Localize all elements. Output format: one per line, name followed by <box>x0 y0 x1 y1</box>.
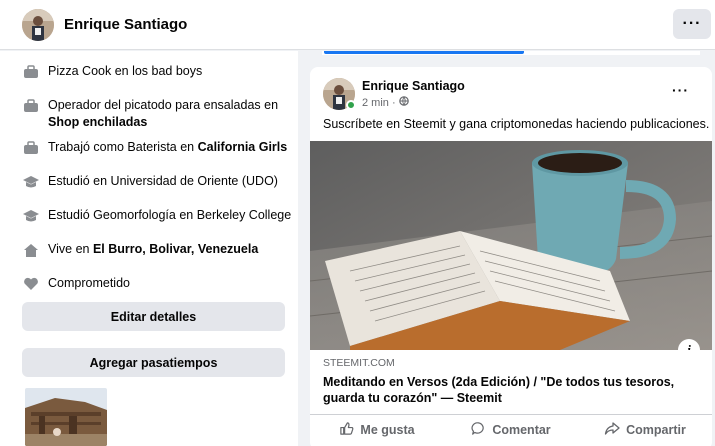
link-preview[interactable]: STEEMIT.COM Meditando en Versos (2da Edi… <box>310 350 712 410</box>
detail-work-3: Trabajó como Baterista en California Gir… <box>22 139 292 173</box>
home-icon <box>22 242 40 258</box>
post-actions-bar: Me gusta Comentar Compartir <box>310 414 712 444</box>
link-domain: STEEMIT.COM <box>323 357 395 369</box>
detail-lives-in: Vive en El Burro, Bolivar, Venezuela <box>22 241 292 275</box>
header-more-button[interactable]: ··· <box>673 9 711 39</box>
comment-button[interactable]: Comentar <box>444 415 578 444</box>
post-more-button[interactable]: ··· <box>672 82 689 98</box>
briefcase-icon <box>22 98 40 114</box>
briefcase-icon <box>22 64 40 80</box>
feed-column: Enrique Santiago 2 min · ··· Suscríbete … <box>310 51 712 446</box>
share-label: Compartir <box>626 422 686 437</box>
workplace-link[interactable]: California Girls <box>198 140 288 154</box>
workplace-link[interactable]: Shop enchiladas <box>48 115 147 129</box>
post-time-text: 2 min · <box>362 96 396 109</box>
add-hobbies-button[interactable]: Agregar pasatiempos <box>22 348 285 377</box>
post-author-name[interactable]: Enrique Santiago <box>362 79 465 93</box>
profile-header-bar: Enrique Santiago ··· <box>0 0 715 50</box>
location-link[interactable]: El Burro, Bolivar, Venezuela <box>93 242 258 256</box>
globe-icon <box>398 96 409 109</box>
detail-text: Comprometido <box>48 276 130 290</box>
heart-icon <box>22 276 40 292</box>
detail-work-2: Operador del picatodo para ensaladas en … <box>22 97 292 139</box>
like-button[interactable]: Me gusta <box>310 415 444 444</box>
post-text: Suscríbete en Steemit y gana criptomoned… <box>323 117 710 131</box>
thumbs-up-icon <box>339 421 354 439</box>
post-timestamp[interactable]: 2 min · <box>362 96 409 109</box>
detail-education-2: Estudió Geomorfología en Berkeley Colleg… <box>22 207 292 241</box>
profile-tabs <box>322 51 700 55</box>
coffee-bible-photo <box>310 141 712 350</box>
detail-text: Pizza Cook en los bad boys <box>48 64 203 78</box>
link-title: Meditando en Versos (2da Edición) / "De … <box>323 375 675 405</box>
detail-text: Estudió Geomorfología en Berkeley Colleg… <box>48 208 292 222</box>
avatar-photo <box>22 9 54 41</box>
active-tab-indicator <box>324 51 524 54</box>
featured-photo[interactable] <box>25 388 107 446</box>
like-label: Me gusta <box>360 422 415 437</box>
profile-avatar[interactable] <box>22 9 54 41</box>
detail-text: Trabajó como Baterista en California Gir… <box>48 140 288 154</box>
detail-work-1: Pizza Cook en los bad boys <box>22 63 292 97</box>
profile-name[interactable]: Enrique Santiago <box>64 16 187 33</box>
feed-post: Enrique Santiago 2 min · ··· Suscríbete … <box>310 67 712 446</box>
detail-text: Operador del picatodo para ensaladas en … <box>48 98 279 129</box>
comment-icon <box>471 421 486 439</box>
intro-details-list: Pizza Cook en los bad boys Operador del … <box>22 63 292 297</box>
detail-text: Vive en El Burro, Bolivar, Venezuela <box>48 242 259 256</box>
briefcase-icon <box>22 140 40 156</box>
comment-label: Comentar <box>492 422 551 437</box>
link-preview-image[interactable] <box>310 141 712 350</box>
detail-relationship: Comprometido <box>22 275 292 297</box>
intro-panel: Pizza Cook en los bad boys Operador del … <box>0 51 298 446</box>
edit-details-button[interactable]: Editar detalles <box>22 302 285 331</box>
share-icon <box>604 421 620 439</box>
detail-education-1: Estudió en Universidad de Oriente (UDO) <box>22 173 292 207</box>
share-button[interactable]: Compartir <box>578 415 712 444</box>
featured-photo-image <box>25 388 107 446</box>
graduation-cap-icon <box>22 208 40 224</box>
online-status-dot <box>346 100 356 110</box>
detail-text: Estudió en Universidad de Oriente (UDO) <box>48 174 278 188</box>
graduation-cap-icon <box>22 174 40 190</box>
